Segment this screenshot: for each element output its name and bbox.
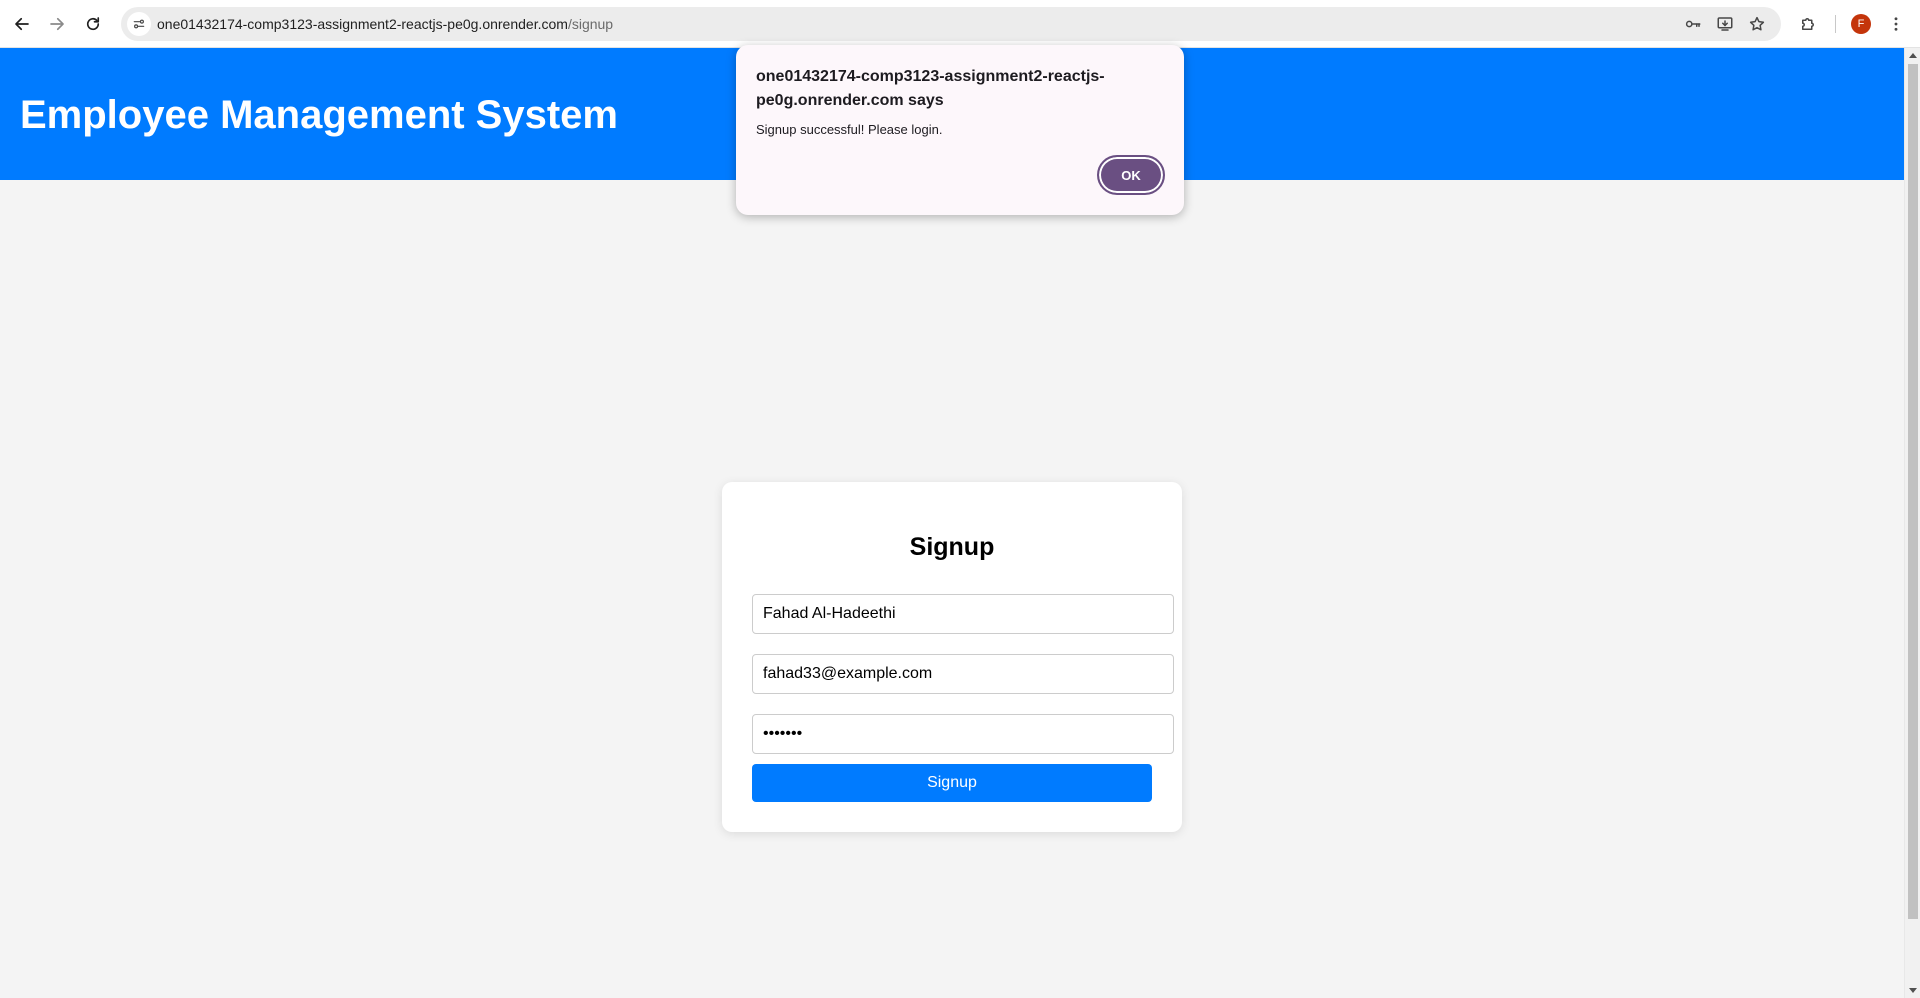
scroll-down-arrow-icon[interactable] — [1909, 988, 1917, 993]
toolbar-separator — [1835, 15, 1836, 33]
scroll-up-arrow-icon[interactable] — [1909, 53, 1917, 58]
url-host: one01432174-comp3123-assignment2-reactjs… — [157, 16, 568, 32]
name-input[interactable] — [752, 594, 1174, 634]
alert-dialog: one01432174-comp3123-assignment2-reactjs… — [736, 45, 1184, 215]
password-input[interactable] — [752, 714, 1174, 754]
address-bar[interactable]: one01432174-comp3123-assignment2-reactjs… — [121, 7, 1781, 41]
alert-origin: one01432174-comp3123-assignment2-reactjs… — [756, 68, 1105, 109]
install-app-icon[interactable] — [1715, 14, 1735, 34]
alert-ok-button[interactable]: OK — [1097, 155, 1165, 195]
signup-title: Signup — [909, 533, 995, 561]
signup-button[interactable]: Signup — [752, 764, 1152, 802]
profile-avatar[interactable]: F — [1851, 14, 1871, 34]
alert-message: Signup successful! Please login. — [756, 122, 943, 137]
key-icon[interactable] — [1683, 14, 1703, 34]
forward-arrow-icon[interactable] — [43, 10, 71, 38]
url-text[interactable]: one01432174-comp3123-assignment2-reactjs… — [157, 7, 613, 41]
back-arrow-icon[interactable] — [8, 10, 36, 38]
email-input[interactable] — [752, 654, 1174, 694]
site-info-icon[interactable] — [127, 12, 151, 36]
browser-toolbar: one01432174-comp3123-assignment2-reactjs… — [0, 0, 1920, 48]
scroll-thumb[interactable] — [1908, 64, 1918, 919]
app-title: Employee Management System — [20, 93, 618, 137]
star-icon[interactable] — [1747, 14, 1767, 34]
url-path: /signup — [567, 16, 614, 32]
puzzle-icon[interactable] — [1796, 12, 1820, 36]
page-scrollbar[interactable] — [1904, 48, 1920, 998]
kebab-menu-icon[interactable] — [1884, 12, 1908, 36]
reload-icon[interactable] — [79, 10, 107, 38]
signup-card: Signup Signup — [722, 482, 1182, 832]
